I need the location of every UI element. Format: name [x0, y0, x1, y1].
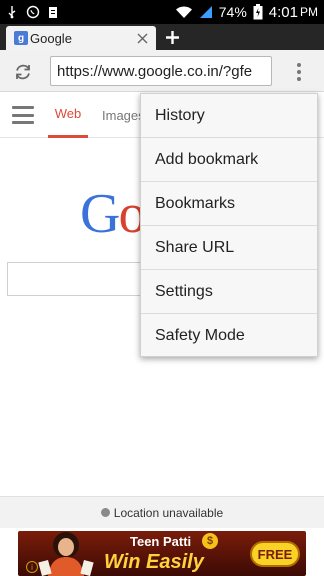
- ad-info-icon[interactable]: i: [26, 561, 38, 573]
- reload-button[interactable]: [10, 59, 36, 85]
- location-dot-icon: [100, 508, 110, 517]
- wifi-icon: [175, 5, 193, 19]
- clock-time: 4:01: [268, 3, 298, 21]
- browser-tab-google[interactable]: g Google: [6, 26, 156, 50]
- menu-item-history[interactable]: History: [141, 94, 317, 138]
- ad-banner[interactable]: Teen Patti $ Win Easily FREE i: [18, 531, 306, 576]
- new-tab-button[interactable]: [160, 25, 184, 49]
- overflow-menu: History Add bookmark Bookmarks Share URL…: [140, 93, 318, 357]
- tab-images[interactable]: Images: [102, 92, 145, 138]
- ad-tagline: Win Easily: [104, 551, 204, 573]
- ad-character-image: [38, 532, 94, 576]
- ad-bar: Teen Patti $ Win Easily FREE i: [0, 528, 324, 576]
- coin-icon: $: [202, 533, 218, 549]
- overflow-menu-button[interactable]: [286, 59, 312, 85]
- close-tab-icon[interactable]: [134, 30, 150, 46]
- status-bar: 74% 4:01 PM: [0, 0, 324, 24]
- battery-charging-icon: [253, 4, 263, 20]
- hamburger-menu-icon[interactable]: [12, 106, 34, 124]
- more-vertical-icon: [297, 63, 301, 81]
- notification-icon: [48, 6, 58, 19]
- menu-item-safety-mode[interactable]: Safety Mode: [141, 314, 317, 358]
- menu-item-add-bookmark[interactable]: Add bookmark: [141, 138, 317, 182]
- tab-title: Google: [30, 30, 72, 46]
- status-left: [6, 5, 58, 19]
- google-favicon-icon: g: [14, 31, 28, 45]
- menu-item-bookmarks[interactable]: Bookmarks: [141, 182, 317, 226]
- tab-web[interactable]: Web: [48, 92, 88, 138]
- browser-toolbar: https://www.google.co.in/?gfe: [0, 50, 324, 92]
- url-text: https://www.google.co.in/?gfe: [57, 62, 253, 80]
- battery-percent: 74%: [218, 4, 247, 20]
- whatsapp-icon: [26, 5, 40, 19]
- menu-item-share-url[interactable]: Share URL: [141, 226, 317, 270]
- ad-title: Teen Patti: [130, 534, 192, 549]
- status-right: 74% 4:01 PM: [175, 4, 318, 21]
- clock-period: PM: [300, 5, 318, 19]
- plus-icon: [165, 30, 179, 44]
- refresh-icon: [16, 64, 30, 80]
- ad-free-badge: FREE: [250, 541, 300, 567]
- url-input[interactable]: https://www.google.co.in/?gfe: [50, 56, 272, 86]
- location-status: Location unavailable: [113, 505, 224, 520]
- menu-item-settings[interactable]: Settings: [141, 270, 317, 314]
- usb-icon: [6, 5, 18, 19]
- tab-bar: g Google: [0, 24, 324, 50]
- location-footer: Location unavailable: [0, 496, 324, 528]
- signal-icon: [199, 5, 213, 19]
